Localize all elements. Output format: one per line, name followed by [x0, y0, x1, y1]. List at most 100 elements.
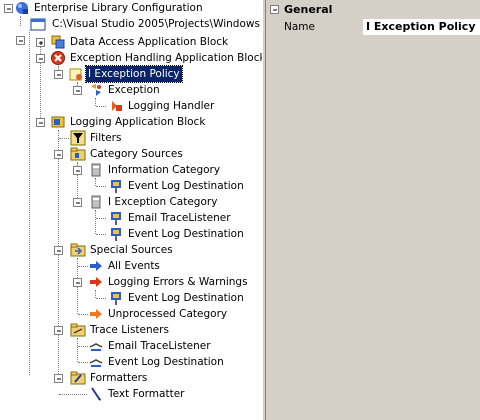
filter-icon — [70, 130, 86, 146]
tree-node-text-formatter[interactable]: Text Formatter — [0, 386, 262, 402]
destination-icon — [108, 226, 124, 242]
tree-line — [96, 218, 106, 219]
tree-node-trace-listeners[interactable]: Trace Listeners — [0, 322, 262, 338]
collapse-toggle[interactable] — [36, 54, 45, 63]
tree-node-special-sources[interactable]: Special Sources — [0, 242, 262, 258]
tree-node-label: Logging Application Block — [70, 116, 206, 128]
tree-node-event-log-destination[interactable]: Event Log Destination — [0, 290, 262, 306]
tree-line — [78, 346, 88, 347]
collapse-toggle[interactable] — [270, 5, 279, 14]
tree-node-label: Special Sources — [90, 244, 173, 256]
pen-icon — [88, 386, 104, 402]
tree-node-event-log-destination[interactable]: Event Log Destination — [0, 178, 262, 194]
tree-line — [96, 186, 106, 187]
tree-node-label: Event Log Destination — [128, 180, 244, 192]
tree-node-all-events[interactable]: All Events — [0, 258, 262, 274]
arrow-right-blue-icon — [88, 258, 104, 274]
category-icon — [88, 162, 104, 178]
property-row-name[interactable]: Name I Exception Policy — [266, 18, 480, 36]
collapse-toggle[interactable] — [73, 278, 82, 287]
collapse-toggle[interactable] — [73, 166, 82, 175]
tree-node-label: Category Sources — [90, 148, 183, 160]
tree-node-label: I Exception Category — [108, 196, 218, 208]
destination-icon — [108, 290, 124, 306]
tree-node-unprocessed-category[interactable]: Unprocessed Category — [0, 306, 262, 322]
tree-line — [78, 362, 88, 363]
tree-node-event-log-destination[interactable]: Event Log Destination — [0, 226, 262, 242]
tree-node-filters[interactable]: Filters — [0, 130, 262, 146]
tree-line — [96, 106, 106, 107]
tree-node-label: Logging Errors & Warnings — [108, 276, 248, 288]
collapse-toggle[interactable] — [54, 70, 63, 79]
collapse-toggle[interactable] — [73, 198, 82, 207]
arrow-right-orange-icon — [88, 306, 104, 322]
tree-node-exception[interactable]: Exception — [0, 82, 262, 98]
error-icon — [50, 50, 66, 66]
tree-node-project[interactable]: C:\Visual Studio 2005\Projects\Windows C… — [0, 16, 262, 45]
tree-node-logging-block[interactable]: Logging Application Block — [0, 114, 262, 130]
collapse-toggle[interactable] — [36, 118, 45, 127]
collapse-toggle[interactable] — [54, 374, 63, 383]
tree-line — [96, 234, 106, 235]
tree-node-label: Email TraceListener — [108, 340, 211, 352]
tree-node-label: Exception — [108, 84, 160, 96]
property-grid[interactable]: General Name I Exception Policy — [266, 0, 480, 420]
property-name: Name — [266, 19, 362, 35]
tree-node-label: Text Formatter — [108, 388, 185, 400]
tree-node-logging-handler[interactable]: Logging Handler — [0, 98, 262, 114]
tree-node-logging-errors[interactable]: Logging Errors & Warnings — [0, 274, 262, 290]
folder-icon — [70, 322, 86, 338]
tree-node-data-access[interactable]: Data Access Application Block — [0, 34, 262, 50]
tree-node-label: Logging Handler — [128, 100, 215, 112]
tree-node-formatters[interactable]: Formatters — [0, 370, 262, 386]
tree-node-exception-block[interactable]: Exception Handling Application Block — [0, 50, 262, 66]
configuration-tree[interactable]: Enterprise Library Configuration C:\Visu… — [0, 0, 262, 420]
tree-node-label: Email TraceListener — [128, 212, 231, 224]
expand-toggle[interactable] — [36, 38, 45, 47]
property-value-input[interactable]: I Exception Policy — [362, 19, 480, 35]
policy-icon — [68, 66, 84, 82]
tree-node-label: Enterprise Library Configuration — [34, 2, 203, 14]
destination-icon — [108, 210, 124, 226]
tree-node-label: C:\Visual Studio 2005\Projects\Windows C… — [52, 18, 262, 30]
handler-icon — [108, 98, 124, 114]
tree-line — [96, 298, 106, 299]
listener-icon — [88, 338, 104, 354]
tree-node-email-trace-listener[interactable]: Email TraceListener — [0, 210, 262, 226]
tree-node-event-log-destination[interactable]: Event Log Destination — [0, 354, 262, 370]
tree-node-label: Information Category — [108, 164, 221, 176]
category-icon — [88, 194, 104, 210]
tree-line — [78, 314, 88, 315]
arrow-right-red-icon — [88, 274, 104, 290]
tree-node-root[interactable]: Enterprise Library Configuration — [0, 0, 262, 16]
folder-icon — [70, 146, 86, 162]
collapse-toggle[interactable] — [73, 86, 82, 95]
tree-node-label: Event Log Destination — [108, 356, 224, 368]
tree-node-label: Formatters — [90, 372, 148, 384]
tree-node-category-sources[interactable]: Category Sources — [0, 146, 262, 162]
property-section-general[interactable]: General — [266, 2, 480, 18]
window-icon — [30, 16, 46, 32]
tree-node-email-trace-listener[interactable]: Email TraceListener — [0, 338, 262, 354]
logging-block-icon — [50, 114, 66, 130]
collapse-toggle[interactable] — [54, 246, 63, 255]
tree-node-information-category[interactable]: Information Category — [0, 162, 262, 178]
tree-node-i-exception-category[interactable]: I Exception Category — [0, 194, 262, 210]
folder-icon — [70, 242, 86, 258]
exception-type-icon — [88, 82, 104, 98]
tree-node-exception-policy[interactable]: I Exception Policy — [0, 65, 262, 83]
collapse-toggle[interactable] — [54, 150, 63, 159]
folder-icon — [70, 370, 86, 386]
collapse-toggle[interactable] — [54, 326, 63, 335]
collapse-toggle[interactable] — [4, 4, 13, 13]
section-title: General — [284, 3, 333, 16]
tree-node-label: Data Access Application Block — [70, 36, 229, 48]
tree-line — [78, 266, 88, 267]
tree-node-label: Event Log Destination — [128, 228, 244, 240]
database-block-icon — [50, 34, 66, 50]
listener-icon — [88, 354, 104, 370]
tree-node-label: Event Log Destination — [128, 292, 244, 304]
tree-node-label: I Exception Policy — [85, 65, 183, 83]
tree-node-label: All Events — [108, 260, 160, 272]
tree-node-label: Exception Handling Application Block — [70, 52, 262, 64]
